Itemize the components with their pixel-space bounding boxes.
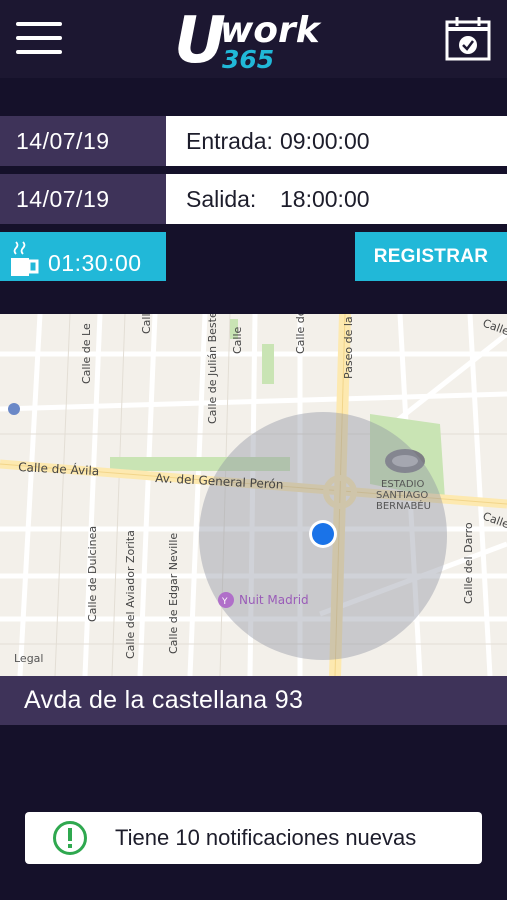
map-label-aviador: Calle del Aviador Zorita xyxy=(124,530,137,659)
salida-label: Salida: xyxy=(186,186,257,212)
map-label-estadio-2: SANTIAGO xyxy=(376,490,428,501)
salida-time-cell[interactable]: Salida: 18:00:00 xyxy=(166,174,507,224)
salida-date: 14/07/19 xyxy=(0,174,166,224)
map-label-julian: Calle de Julián Besteiro xyxy=(206,314,219,424)
entrada-row: 14/07/19 Entrada: 09:00:00 xyxy=(0,116,507,166)
map-label-nuit: Nuit Madrid xyxy=(239,593,309,607)
uwork-logo: U work 365 xyxy=(174,4,322,74)
map-label-c1: Calle xyxy=(231,326,244,354)
map-label-top1: Calle de Le xyxy=(80,323,93,384)
register-button[interactable]: REGISTRAR xyxy=(355,232,507,281)
map-label-edgar: Calle de Edgar Neville xyxy=(167,533,180,654)
map-label-legal[interactable]: Legal xyxy=(14,652,43,665)
svg-text:365: 365 xyxy=(222,45,274,74)
map-canvas: Y Calle de Ávila Av. del General Perón E… xyxy=(0,314,507,676)
map-label-c2: Calle de xyxy=(294,314,307,354)
menu-icon[interactable] xyxy=(16,18,62,58)
salida-row: 14/07/19 Salida: 18:00:00 xyxy=(0,174,507,224)
notification-text: Tiene 10 notificaciones nuevas xyxy=(115,825,417,850)
top-bar: U work 365 xyxy=(0,0,507,78)
map-label-top-right: Calle xyxy=(481,317,507,339)
map-label-top2: Calle xyxy=(140,314,153,334)
svg-text:Y: Y xyxy=(221,597,228,607)
break-time: 01:30:00 xyxy=(48,250,142,276)
salida-time: 18:00:00 xyxy=(280,186,370,212)
break-time-box[interactable]: 01:30:00 xyxy=(0,232,166,281)
entrada-label: Entrada: xyxy=(186,128,273,154)
location-map[interactable]: Y Calle de Ávila Av. del General Perón E… xyxy=(0,314,507,676)
map-label-darro: Calle del Darro xyxy=(462,522,475,604)
calendar-icon[interactable] xyxy=(444,16,492,62)
coffee-cup-icon xyxy=(11,241,39,276)
entrada-date: 14/07/19 xyxy=(0,116,166,166)
map-label-paseo: Paseo de la xyxy=(342,316,355,379)
entrada-time: 09:00:00 xyxy=(280,128,370,154)
alert-icon xyxy=(53,821,87,855)
notification-banner[interactable]: Tiene 10 notificaciones nuevas xyxy=(25,812,482,864)
map-label-estadio-1: ESTADIO xyxy=(381,479,424,490)
entrada-time-cell[interactable]: Entrada: 09:00:00 xyxy=(166,116,507,166)
svg-text:U: U xyxy=(174,4,226,74)
address-label: Avda de la castellana 93 xyxy=(0,676,507,725)
map-label-estadio-3: BERNABÉU xyxy=(376,499,431,512)
map-label-dulcinea: Calle de Dulcinea xyxy=(86,526,99,622)
